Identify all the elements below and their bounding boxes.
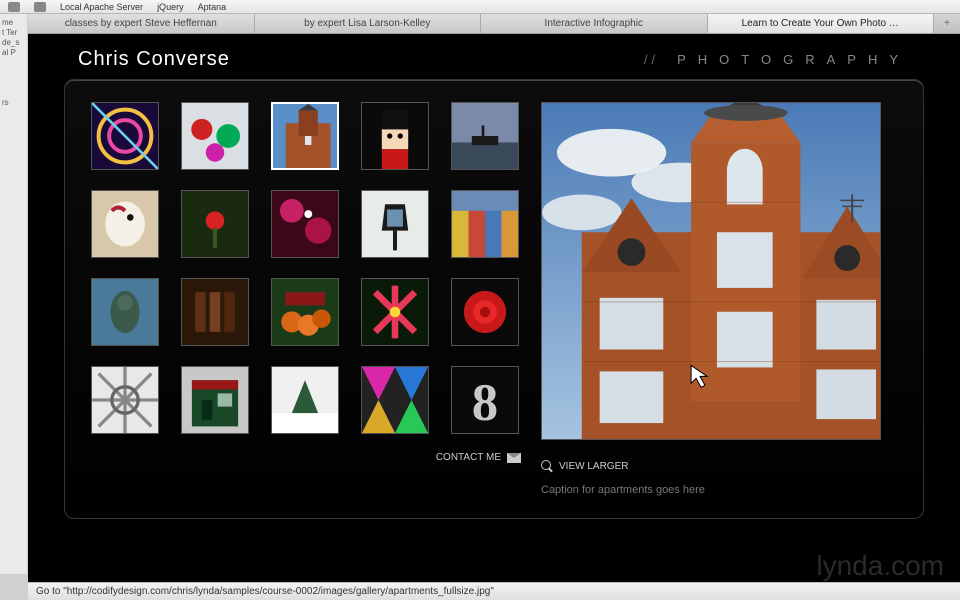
preview-image[interactable] [541, 102, 881, 440]
menu-item[interactable]: Aptana [198, 2, 227, 12]
tab-2[interactable]: Interactive Infographic [481, 14, 708, 33]
os-menubar: Local Apache Server jQuery Aptana [0, 0, 960, 14]
background-window-sliver: me t Ter de_s al P rs [0, 14, 28, 574]
new-tab-button[interactable]: + [934, 14, 960, 33]
view-larger-link[interactable]: VIEW LARGER [559, 461, 628, 472]
slash-icon: // [644, 52, 659, 67]
thumb-carousel-horse[interactable] [91, 190, 159, 258]
thumbnail-grid: 8 [91, 102, 521, 434]
menu-item[interactable]: Local Apache Server [60, 2, 143, 12]
tab-3[interactable]: Learn to Create Your Own Photo … [708, 14, 935, 33]
menu-item[interactable]: jQuery [157, 2, 184, 12]
brand-subtitle: //PHOTOGRAPHY [644, 52, 910, 67]
thumb-stage-lights[interactable] [271, 190, 339, 258]
thumb-nutcracker[interactable] [361, 102, 429, 170]
contact-me-link[interactable]: CONTACT ME [436, 452, 521, 463]
contact-label: CONTACT ME [436, 452, 501, 463]
thumb-rose-hip[interactable] [181, 190, 249, 258]
thumb-lily[interactable] [361, 278, 429, 346]
thumb-spiral-lights[interactable] [91, 102, 159, 170]
thumb-red-rose[interactable] [451, 278, 519, 346]
thumb-apartments[interactable] [271, 102, 339, 170]
thumb-storefront[interactable] [181, 366, 249, 434]
thumb-street-lamp[interactable] [361, 190, 429, 258]
thumb-quilt-pattern[interactable] [361, 366, 429, 434]
magnifier-icon [541, 460, 553, 472]
brand-title: Chris Converse [78, 48, 230, 71]
thumb-number-eight[interactable]: 8 [451, 366, 519, 434]
app-icon-2 [34, 2, 46, 12]
browser-tabbar: classes by expert Steve Heffernan by exp… [28, 14, 960, 34]
gallery-panel: 8 CONTACT ME [64, 79, 924, 519]
tab-1[interactable]: by expert Lisa Larson-Kelley [255, 14, 482, 33]
thumb-ornaments[interactable] [181, 102, 249, 170]
status-bar: Go to "http://codifydesign.com/chris/lyn… [28, 582, 960, 600]
thumb-snow-pine[interactable] [271, 366, 339, 434]
thumb-ship-sunset[interactable] [451, 102, 519, 170]
page-header: Chris Converse //PHOTOGRAPHY [28, 34, 960, 79]
app-icon [8, 2, 20, 12]
thumb-glass-bottles[interactable] [181, 278, 249, 346]
thumb-metal-structure[interactable] [91, 366, 159, 434]
svg-text:8: 8 [472, 374, 498, 432]
tab-0[interactable]: classes by expert Steve Heffernan [28, 14, 255, 33]
envelope-icon [507, 453, 521, 463]
thumb-row-houses[interactable] [451, 190, 519, 258]
image-caption: Caption for apartments goes here [541, 484, 881, 496]
thumb-statue[interactable] [91, 278, 159, 346]
thumb-pumpkins[interactable] [271, 278, 339, 346]
status-text: Go to "http://codifydesign.com/chris/lyn… [36, 586, 494, 597]
page-content: Chris Converse //PHOTOGRAPHY [28, 34, 960, 582]
